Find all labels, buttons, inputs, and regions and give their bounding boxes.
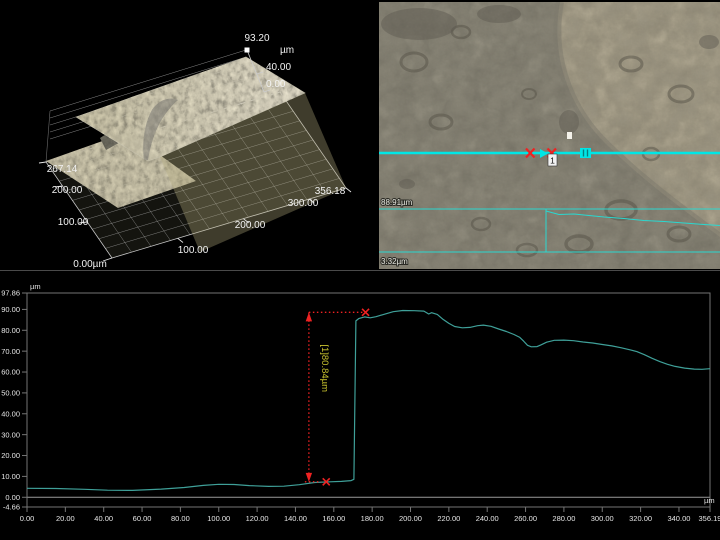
y-tick-label: 70.00	[1, 347, 20, 356]
x-tick-label: 140.00	[284, 514, 307, 523]
x-tick-label: 180.00	[361, 514, 384, 523]
surface-3d-view[interactable]: 93.20 µm 40.00 0.00 267.14 200.00 100.00…	[0, 0, 375, 270]
x-tick-label: 80.00	[171, 514, 190, 523]
x-axis-unit: µm	[704, 496, 715, 505]
panel-divider	[0, 270, 720, 271]
3d-z-axis-top-marker[interactable]	[245, 48, 250, 53]
x-tick-label: 200.00	[399, 514, 422, 523]
3d-z-40-label: 40.00	[266, 62, 291, 73]
3d-x-100-label: 100.00	[178, 245, 209, 256]
3d-x-200-label: 200.00	[235, 220, 266, 231]
y-tick-label: 60.00	[1, 368, 20, 377]
measurement-marker-number: 1	[550, 156, 555, 166]
x-tick-label: 0.00	[20, 514, 35, 523]
x-tick-label: 340.00	[667, 514, 690, 523]
x-tick-label: 356.19	[699, 514, 720, 523]
x-tick-label: 240.00	[476, 514, 499, 523]
lower-cursor-label: 3.32µm	[381, 257, 408, 266]
measurement-marker-1[interactable]: 1	[548, 154, 557, 166]
y-tick-label: 50.00	[1, 389, 20, 398]
3d-y-200-label: 200.00	[52, 185, 83, 196]
3d-x-max-label: 356.18	[315, 186, 346, 197]
y-tick-label: 0.00	[5, 493, 20, 502]
3d-z-0-label: 0.00	[266, 79, 286, 90]
y-tick-label: 10.00	[1, 472, 20, 481]
upper-cursor-label: 88.91µm	[381, 198, 413, 207]
step-height-annotation: [1]80.84µm	[319, 344, 330, 392]
x-tick-label: 320.00	[629, 514, 652, 523]
x-tick-label: 20.00	[56, 514, 75, 523]
y-tick-label: 20.00	[1, 451, 20, 460]
x-tick-label: 120.00	[246, 514, 269, 523]
3d-y-0-label: 0.00µm	[73, 259, 107, 270]
3d-y-100-label: 100.00	[58, 217, 89, 228]
3d-x-300-label: 300.00	[288, 198, 319, 209]
x-tick-label: 260.00	[514, 514, 537, 523]
image-bright-speck	[567, 132, 572, 139]
x-tick-label: 220.00	[437, 514, 460, 523]
x-tick-label: 100.00	[207, 514, 230, 523]
y-tick-label: 30.00	[1, 430, 20, 439]
chart-background	[0, 272, 720, 540]
image-grain	[379, 2, 720, 269]
x-tick-label: 60.00	[133, 514, 152, 523]
3d-z-max-label: 93.20	[244, 33, 269, 44]
y-axis-unit: µm	[30, 282, 41, 291]
y-tick-label: 90.00	[1, 305, 20, 314]
y-tick-label: 80.00	[1, 326, 20, 335]
x-tick-label: 300.00	[591, 514, 614, 523]
analyzer-window: 93.20 µm 40.00 0.00 267.14 200.00 100.00…	[0, 0, 720, 540]
profile-chart[interactable]: 97.86 90.00 80.00 70.00 60.00 50.00 40.00 30.00…	[0, 272, 720, 540]
y-tick-label: 97.86	[1, 289, 20, 298]
microscope-image-view[interactable]: 1 88.91µm 3.32µm	[379, 2, 720, 269]
x-tick-label: 40.00	[94, 514, 113, 523]
x-tick-label: 280.00	[552, 514, 575, 523]
measurement-line-handle[interactable]	[580, 148, 591, 158]
3d-z-unit-label: µm	[280, 45, 294, 56]
y-tick-label: -4.66	[3, 503, 20, 512]
y-tick-label: 40.00	[1, 409, 20, 418]
x-tick-label: 160.00	[322, 514, 345, 523]
3d-y-267-label: 267.14	[47, 164, 78, 175]
